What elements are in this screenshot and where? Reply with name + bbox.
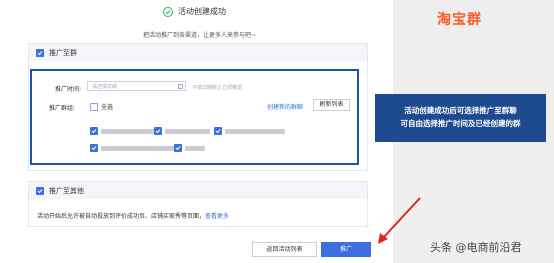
annotation-callout: 活动创建成功后可选择推广至群聊 可自由选择推广时间及已经创建的群 xyxy=(375,94,546,142)
group-checkbox[interactable] xyxy=(214,127,222,135)
group-name-blurred xyxy=(185,145,205,151)
see-more-link[interactable]: 查看更多 xyxy=(205,213,229,220)
select-all-label: 全选 xyxy=(101,104,114,111)
group-name-blurred xyxy=(165,128,210,134)
group-item[interactable] xyxy=(174,144,205,152)
description-text: 活动开始后允许被自动投放到评价成功页、店铺买家秀等页面， xyxy=(37,213,206,220)
success-header: 活动创建成功 xyxy=(163,6,226,17)
promote-to-other-section: 推广至其他 xyxy=(28,181,368,227)
section-title: 推广至群 xyxy=(49,48,77,57)
promote-other-description: 活动开始后允许被自动投放到评价成功页、店铺买家秀等页面，查看更多 xyxy=(37,211,229,220)
select-all-option[interactable]: 全选 xyxy=(90,102,113,111)
group-checkbox[interactable] xyxy=(90,144,98,152)
time-input[interactable]: 请选择日期 xyxy=(87,81,186,91)
callout-line-1: 活动创建成功后可选择推广至群聊 xyxy=(404,106,517,115)
group-name-blurred xyxy=(101,128,156,134)
refresh-list-button[interactable]: 刷新列表 xyxy=(313,99,350,111)
group-checkbox[interactable] xyxy=(154,127,162,135)
page-subtitle: 把活动推广到各渠道，让更多人来参与吧~ xyxy=(143,32,257,39)
group-item[interactable] xyxy=(214,127,285,135)
group-checkbox[interactable] xyxy=(90,127,98,135)
section-title: 推广至其他 xyxy=(49,186,84,195)
promote-button[interactable]: 推广 xyxy=(321,242,371,257)
group-checkbox[interactable] xyxy=(174,144,182,152)
group-item[interactable] xyxy=(154,127,210,135)
calendar-icon[interactable] xyxy=(178,84,183,89)
promote-group-checkbox[interactable] xyxy=(36,48,44,57)
create-group-link[interactable]: 创建新的群聊 xyxy=(267,102,303,111)
group-name-blurred xyxy=(101,145,176,151)
group-item[interactable] xyxy=(90,144,176,152)
section-header: 推广至群 xyxy=(29,44,367,61)
back-to-list-button[interactable]: 返回活动列表 xyxy=(252,242,317,257)
time-placeholder: 请选择日期 xyxy=(92,83,118,90)
success-check-icon xyxy=(163,6,173,17)
callout-line-2: 可自由选择推广时间及已经创建的群 xyxy=(400,119,521,128)
group-item[interactable] xyxy=(90,127,156,135)
watermark: 头条 @电商前沿君 xyxy=(430,241,522,254)
select-all-checkbox[interactable] xyxy=(90,102,98,111)
group-name-blurred xyxy=(225,128,285,134)
time-label: 推广时间: xyxy=(55,86,82,93)
brand-title: 淘宝群 xyxy=(437,12,482,28)
promote-other-checkbox[interactable] xyxy=(36,186,44,195)
page-title: 活动创建成功 xyxy=(178,7,226,16)
time-hint: 不填日期默认立即推送 xyxy=(192,85,243,91)
section-header: 推广至其他 xyxy=(29,182,367,199)
group-label: 推广群组: xyxy=(49,105,76,112)
